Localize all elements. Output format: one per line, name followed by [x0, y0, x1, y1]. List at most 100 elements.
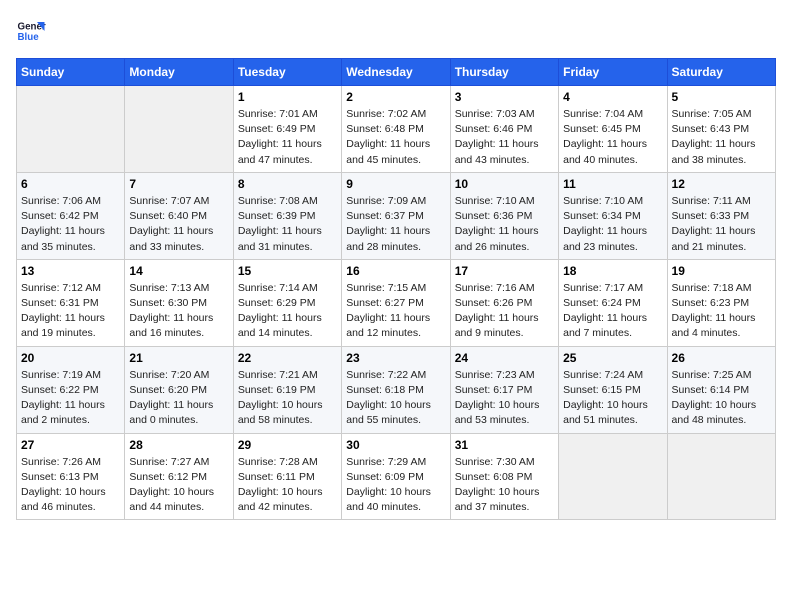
- day-info: Sunrise: 7:11 AM Sunset: 6:33 PM Dayligh…: [672, 194, 771, 255]
- calendar-cell: 23Sunrise: 7:22 AM Sunset: 6:18 PM Dayli…: [342, 346, 450, 433]
- day-number: 16: [346, 264, 445, 278]
- calendar-cell: 18 Sunrise: 7:17 AM Sunset: 6:24 PM Dayli…: [559, 259, 667, 346]
- calendar-cell: 24 Sunrise: 7:23 AM Sunset: 6:17 PM Dayli…: [450, 346, 558, 433]
- calendar-cell: 27Sunrise: 7:26 AM Sunset: 6:13 PM Dayli…: [17, 433, 125, 520]
- day-number: 26: [672, 351, 771, 365]
- day-number: 5: [672, 90, 771, 104]
- day-info: Sunrise: 7:02 AM Sunset: 6:48 PM Dayligh…: [346, 107, 445, 168]
- day-info: Sunrise: 7:29 AM Sunset: 6:09 PM Dayligh…: [346, 455, 445, 516]
- calendar-cell: 6 Sunrise: 7:06 AM Sunset: 6:42 PM Daylig…: [17, 172, 125, 259]
- day-info: Sunrise: 7:10 AM Sunset: 6:36 PM Dayligh…: [455, 194, 554, 255]
- day-of-week-header: Monday: [125, 59, 233, 86]
- day-number: 22: [238, 351, 337, 365]
- calendar-cell: 2 Sunrise: 7:02 AM Sunset: 6:48 PM Daylig…: [342, 86, 450, 173]
- day-info: Sunrise: 7:22 AM Sunset: 6:18 PM Dayligh…: [346, 368, 445, 429]
- calendar-cell: 16 Sunrise: 7:15 AM Sunset: 6:27 PM Dayli…: [342, 259, 450, 346]
- day-info: Sunrise: 7:06 AM Sunset: 6:42 PM Dayligh…: [21, 194, 120, 255]
- day-info: Sunrise: 7:17 AM Sunset: 6:24 PM Dayligh…: [563, 281, 662, 342]
- day-info: Sunrise: 7:09 AM Sunset: 6:37 PM Dayligh…: [346, 194, 445, 255]
- calendar-cell: 28 Sunrise: 7:27 AM Sunset: 6:12 PM Dayli…: [125, 433, 233, 520]
- calendar-cell: 13Sunrise: 7:12 AM Sunset: 6:31 PM Dayli…: [17, 259, 125, 346]
- calendar-week-row: 13Sunrise: 7:12 AM Sunset: 6:31 PM Dayli…: [17, 259, 776, 346]
- day-info: Sunrise: 7:27 AM Sunset: 6:12 PM Dayligh…: [129, 455, 228, 516]
- calendar-table: SundayMondayTuesdayWednesdayThursdayFrid…: [16, 58, 776, 520]
- calendar-cell: 14 Sunrise: 7:13 AM Sunset: 6:30 PM Dayli…: [125, 259, 233, 346]
- day-number: 9: [346, 177, 445, 191]
- day-number: 21: [129, 351, 228, 365]
- day-number: 31: [455, 438, 554, 452]
- day-info: Sunrise: 7:10 AM Sunset: 6:34 PM Dayligh…: [563, 194, 662, 255]
- calendar-cell: 19 Sunrise: 7:18 AM Sunset: 6:23 PM Dayli…: [667, 259, 775, 346]
- day-info: Sunrise: 7:15 AM Sunset: 6:27 PM Dayligh…: [346, 281, 445, 342]
- day-info: Sunrise: 7:05 AM Sunset: 6:43 PM Dayligh…: [672, 107, 771, 168]
- day-info: Sunrise: 7:04 AM Sunset: 6:45 PM Dayligh…: [563, 107, 662, 168]
- calendar-cell: 11 Sunrise: 7:10 AM Sunset: 6:34 PM Dayli…: [559, 172, 667, 259]
- calendar-cell: 12Sunrise: 7:11 AM Sunset: 6:33 PM Dayli…: [667, 172, 775, 259]
- calendar-week-row: 6 Sunrise: 7:06 AM Sunset: 6:42 PM Daylig…: [17, 172, 776, 259]
- page-header: General Blue: [16, 16, 776, 46]
- day-of-week-header: Sunday: [17, 59, 125, 86]
- day-number: 8: [238, 177, 337, 191]
- day-of-week-header: Tuesday: [233, 59, 341, 86]
- day-info: Sunrise: 7:26 AM Sunset: 6:13 PM Dayligh…: [21, 455, 120, 516]
- day-number: 17: [455, 264, 554, 278]
- day-info: Sunrise: 7:24 AM Sunset: 6:15 PM Dayligh…: [563, 368, 662, 429]
- day-number: 7: [129, 177, 228, 191]
- calendar-cell: 7Sunrise: 7:07 AM Sunset: 6:40 PM Daylig…: [125, 172, 233, 259]
- day-info: Sunrise: 7:20 AM Sunset: 6:20 PM Dayligh…: [129, 368, 228, 429]
- calendar-week-row: 20 Sunrise: 7:19 AM Sunset: 6:22 PM Dayli…: [17, 346, 776, 433]
- calendar-cell: 17 Sunrise: 7:16 AM Sunset: 6:26 PM Dayli…: [450, 259, 558, 346]
- day-info: Sunrise: 7:08 AM Sunset: 6:39 PM Dayligh…: [238, 194, 337, 255]
- svg-text:Blue: Blue: [18, 32, 40, 43]
- day-of-week-header: Saturday: [667, 59, 775, 86]
- calendar-cell: [125, 86, 233, 173]
- day-info: Sunrise: 7:18 AM Sunset: 6:23 PM Dayligh…: [672, 281, 771, 342]
- day-number: 18: [563, 264, 662, 278]
- day-info: Sunrise: 7:03 AM Sunset: 6:46 PM Dayligh…: [455, 107, 554, 168]
- day-number: 4: [563, 90, 662, 104]
- day-number: 28: [129, 438, 228, 452]
- calendar-cell: [667, 433, 775, 520]
- day-info: Sunrise: 7:23 AM Sunset: 6:17 PM Dayligh…: [455, 368, 554, 429]
- calendar-cell: 5 Sunrise: 7:05 AM Sunset: 6:43 PM Daylig…: [667, 86, 775, 173]
- calendar-cell: 22 Sunrise: 7:21 AM Sunset: 6:19 PM Dayli…: [233, 346, 341, 433]
- calendar-cell: 15 Sunrise: 7:14 AM Sunset: 6:29 PM Dayli…: [233, 259, 341, 346]
- day-of-week-header: Thursday: [450, 59, 558, 86]
- day-number: 10: [455, 177, 554, 191]
- calendar-cell: 21 Sunrise: 7:20 AM Sunset: 6:20 PM Dayli…: [125, 346, 233, 433]
- day-number: 14: [129, 264, 228, 278]
- day-number: 6: [21, 177, 120, 191]
- day-info: Sunrise: 7:14 AM Sunset: 6:29 PM Dayligh…: [238, 281, 337, 342]
- calendar-cell: 29Sunrise: 7:28 AM Sunset: 6:11 PM Dayli…: [233, 433, 341, 520]
- day-of-week-header: Friday: [559, 59, 667, 86]
- day-number: 3: [455, 90, 554, 104]
- logo-icon: General Blue: [16, 16, 46, 46]
- day-number: 24: [455, 351, 554, 365]
- day-number: 30: [346, 438, 445, 452]
- day-number: 2: [346, 90, 445, 104]
- day-info: Sunrise: 7:21 AM Sunset: 6:19 PM Dayligh…: [238, 368, 337, 429]
- calendar-cell: 10 Sunrise: 7:10 AM Sunset: 6:36 PM Dayli…: [450, 172, 558, 259]
- calendar-cell: 9 Sunrise: 7:09 AM Sunset: 6:37 PM Daylig…: [342, 172, 450, 259]
- day-of-week-header: Wednesday: [342, 59, 450, 86]
- day-info: Sunrise: 7:16 AM Sunset: 6:26 PM Dayligh…: [455, 281, 554, 342]
- day-info: Sunrise: 7:28 AM Sunset: 6:11 PM Dayligh…: [238, 455, 337, 516]
- calendar-week-row: 27Sunrise: 7:26 AM Sunset: 6:13 PM Dayli…: [17, 433, 776, 520]
- day-info: Sunrise: 7:13 AM Sunset: 6:30 PM Dayligh…: [129, 281, 228, 342]
- calendar-cell: 1 Sunrise: 7:01 AM Sunset: 6:49 PM Daylig…: [233, 86, 341, 173]
- day-info: Sunrise: 7:01 AM Sunset: 6:49 PM Dayligh…: [238, 107, 337, 168]
- calendar-cell: 8 Sunrise: 7:08 AM Sunset: 6:39 PM Daylig…: [233, 172, 341, 259]
- calendar-cell: [559, 433, 667, 520]
- day-info: Sunrise: 7:19 AM Sunset: 6:22 PM Dayligh…: [21, 368, 120, 429]
- day-number: 1: [238, 90, 337, 104]
- calendar-cell: 26 Sunrise: 7:25 AM Sunset: 6:14 PM Dayli…: [667, 346, 775, 433]
- day-number: 11: [563, 177, 662, 191]
- day-number: 15: [238, 264, 337, 278]
- day-number: 20: [21, 351, 120, 365]
- calendar-cell: [17, 86, 125, 173]
- day-number: 19: [672, 264, 771, 278]
- calendar-week-row: 1 Sunrise: 7:01 AM Sunset: 6:49 PM Daylig…: [17, 86, 776, 173]
- logo: General Blue: [16, 16, 42, 46]
- calendar-header-row: SundayMondayTuesdayWednesdayThursdayFrid…: [17, 59, 776, 86]
- day-info: Sunrise: 7:25 AM Sunset: 6:14 PM Dayligh…: [672, 368, 771, 429]
